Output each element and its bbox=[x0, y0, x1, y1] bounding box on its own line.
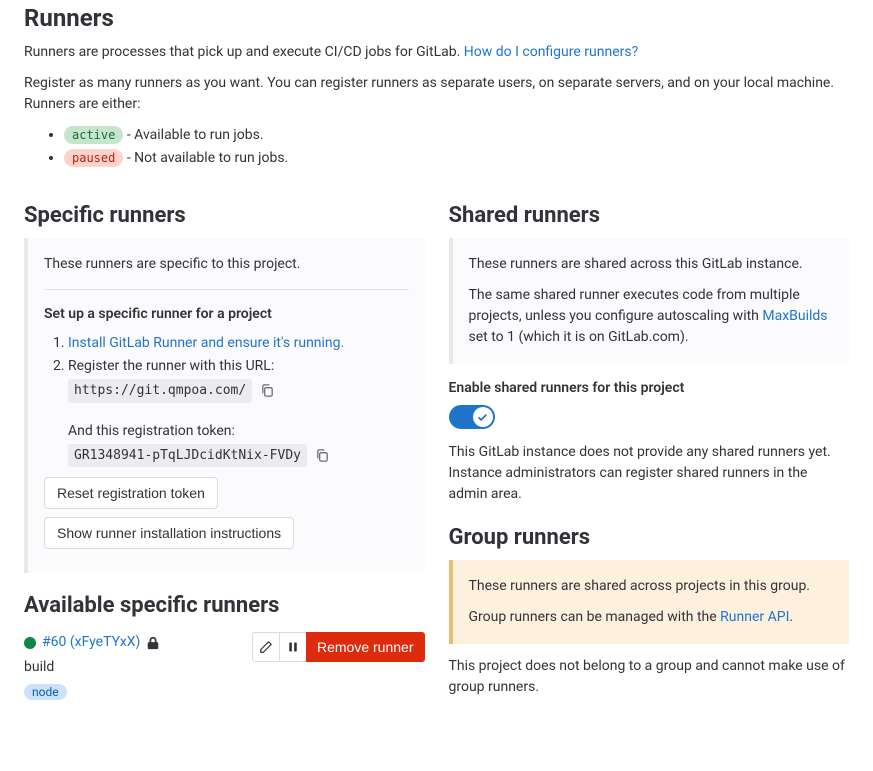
shared-runners-heading: Shared runners bbox=[449, 199, 850, 232]
runners-intro-text: Runners are processes that pick up and e… bbox=[24, 44, 464, 60]
register-token-label: And this registration token: bbox=[68, 421, 409, 442]
setup-step-2: Register the runner with this URL: https… bbox=[68, 356, 409, 467]
pause-runner-button[interactable] bbox=[279, 632, 307, 662]
group-body-prefix: Group runners can be managed with the bbox=[469, 609, 721, 625]
setup-steps: Install GitLab Runner and ensure it's ru… bbox=[44, 333, 409, 467]
group-intro: These runners are shared across projects… bbox=[469, 576, 834, 597]
runner-actions: Remove runner bbox=[252, 632, 425, 662]
copy-url-icon[interactable] bbox=[260, 383, 275, 398]
pencil-icon bbox=[259, 640, 273, 654]
shared-runners-well: These runners are shared across this Git… bbox=[449, 238, 850, 364]
paused-badge: paused bbox=[64, 149, 123, 167]
specific-runners-heading: Specific runners bbox=[24, 199, 425, 232]
setup-step-1: Install GitLab Runner and ensure it's ru… bbox=[68, 333, 409, 354]
runner-tag: node bbox=[24, 684, 67, 700]
shared-body-suffix: set to 1 (which it is on GitLab.com). bbox=[469, 329, 689, 345]
reset-token-button[interactable]: Reset registration token bbox=[44, 477, 218, 509]
shared-body: The same shared runner executes code fro… bbox=[469, 285, 834, 348]
lock-icon bbox=[146, 636, 160, 650]
runners-intro: Runners are processes that pick up and e… bbox=[24, 42, 849, 63]
register-text: Register as many runners as you want. Yo… bbox=[24, 73, 849, 115]
show-instructions-button[interactable]: Show runner installation instructions bbox=[44, 517, 294, 549]
shared-runners-column: Shared runners These runners are shared … bbox=[449, 183, 850, 698]
no-group-text: This project does not belong to a group … bbox=[449, 656, 850, 698]
active-desc: - Available to run jobs. bbox=[123, 127, 263, 143]
group-runners-heading: Group runners bbox=[449, 521, 850, 554]
setup-heading: Set up a specific runner for a project bbox=[44, 304, 409, 325]
register-url-label: Register the runner with this URL: bbox=[68, 356, 409, 377]
paused-desc: - Not available to run jobs. bbox=[123, 150, 288, 166]
register-url-value: https://git.qmpoa.com/ bbox=[68, 379, 252, 403]
runner-link[interactable]: #60 (xFyeTYxX) bbox=[42, 632, 140, 653]
install-runner-link[interactable]: Install GitLab Runner and ensure it's ru… bbox=[68, 335, 344, 351]
runner-status-dot bbox=[24, 637, 36, 649]
specific-runners-well: These runners are specific to this proje… bbox=[24, 238, 425, 573]
copy-token-icon[interactable] bbox=[315, 448, 330, 463]
group-body: Group runners can be managed with the Ru… bbox=[469, 607, 834, 628]
runner-description: build bbox=[24, 657, 160, 678]
separator bbox=[44, 289, 409, 290]
shared-body-prefix: The same shared runner executes code fro… bbox=[469, 287, 800, 324]
edit-runner-button[interactable] bbox=[252, 632, 280, 662]
active-badge: active bbox=[64, 126, 123, 144]
maxbuilds-link[interactable]: MaxBuilds bbox=[762, 308, 827, 324]
state-active-item: active - Available to run jobs. bbox=[64, 125, 849, 146]
group-body-suffix: . bbox=[789, 609, 793, 625]
available-runners-heading: Available specific runners bbox=[24, 589, 425, 622]
enable-shared-toggle[interactable] bbox=[449, 405, 495, 429]
check-icon bbox=[477, 412, 488, 423]
specific-runners-column: Specific runners These runners are speci… bbox=[24, 183, 425, 703]
runner-api-link[interactable]: Runner API bbox=[720, 609, 789, 625]
pause-icon bbox=[287, 641, 299, 653]
specific-intro: These runners are specific to this proje… bbox=[44, 254, 409, 275]
group-runners-well: These runners are shared across projects… bbox=[449, 560, 850, 644]
no-shared-runners-text: This GitLab instance does not provide an… bbox=[449, 442, 850, 505]
register-token-value: GR1348941-pTqLJDcidKtNix-FVDy bbox=[68, 444, 307, 468]
page-title: Runners bbox=[24, 0, 849, 36]
runner-states-list: active - Available to run jobs. paused -… bbox=[24, 125, 849, 169]
shared-intro: These runners are shared across this Git… bbox=[469, 254, 834, 275]
enable-shared-label: Enable shared runners for this project bbox=[449, 378, 850, 399]
configure-runners-link[interactable]: How do I configure runners? bbox=[464, 44, 638, 60]
runner-row: #60 (xFyeTYxX) build node bbox=[24, 632, 425, 703]
state-paused-item: paused - Not available to run jobs. bbox=[64, 148, 849, 169]
remove-runner-button[interactable]: Remove runner bbox=[306, 632, 425, 662]
